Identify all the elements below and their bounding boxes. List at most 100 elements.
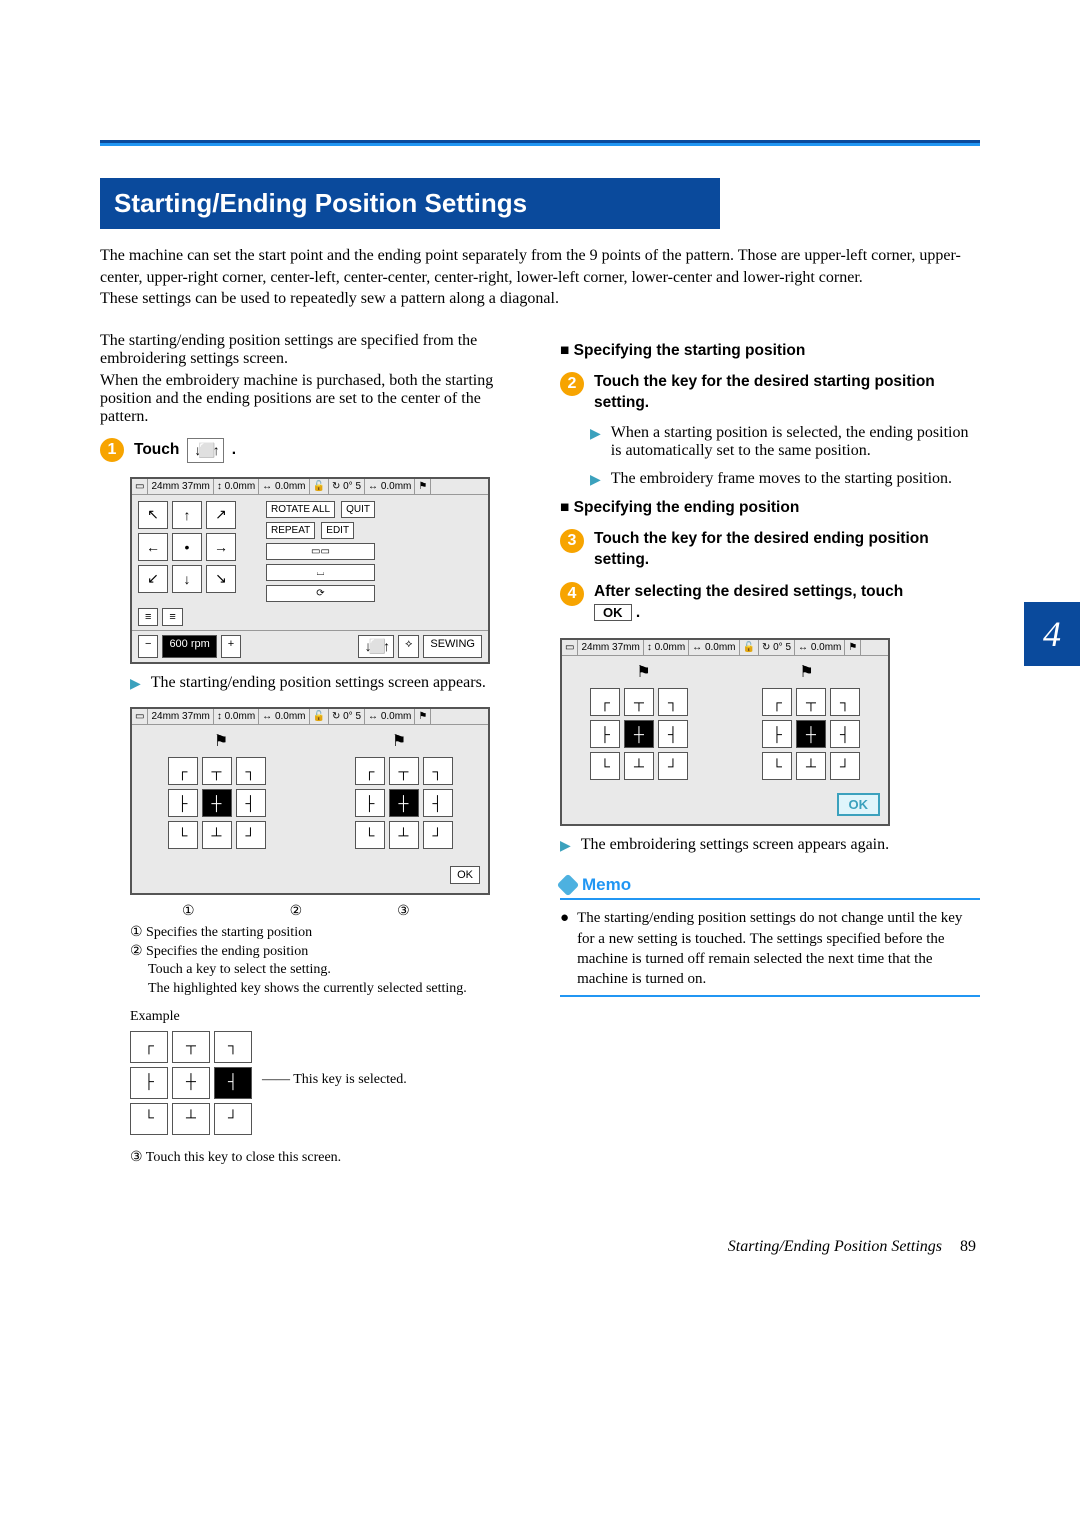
status-size: 24mm 37mm [148,709,213,724]
end-l[interactable]: ├ [355,789,385,817]
triangle-icon: ▶ [590,472,601,489]
speed-minus[interactable]: − [138,635,158,658]
left-para-1: The starting/ending position settings ar… [100,332,520,368]
e2-c[interactable]: ┼ [796,720,826,748]
end-position-grid-2: ┌┬┐ ├┼┤ └┴┘ [762,688,860,780]
position-settings-key-icon[interactable]: ↓⬜↑ [187,438,223,463]
end-ur[interactable]: ┐ [423,757,453,785]
ex-dr[interactable]: ┘ [214,1103,252,1135]
lcd-screen-positions-2: ▭ 24mm 37mm ↕ 0.0mm ↔ 0.0mm 🔓 ↻ 0° 5 ↔ 0… [560,638,890,826]
start-r[interactable]: ┤ [236,789,266,817]
overlap-icon[interactable]: ▭▭ [266,543,375,560]
e2-l[interactable]: ├ [762,720,792,748]
start-c[interactable]: ┼ [202,789,232,817]
s2-d[interactable]: ┴ [624,752,654,780]
dir-l[interactable]: ← [138,533,168,561]
lcd-screen-positions: ▭ 24mm 37mm ↕ 0.0mm ↔ 0.0mm 🔓 ↻ 0° 5 ↔ 0… [130,707,490,895]
dir-ur[interactable]: ↗ [206,501,236,529]
edit-button[interactable]: EDIT [321,522,354,539]
lcd3-ok-button[interactable]: OK [837,793,881,816]
intro-paragraph: The machine can set the start point and … [100,245,980,310]
e2-d[interactable]: ┴ [796,752,826,780]
s2-l[interactable]: ├ [590,720,620,748]
sewing-button[interactable]: SEWING [423,635,482,658]
start-l[interactable]: ├ [168,789,198,817]
e2-dr[interactable]: ┘ [830,752,860,780]
e2-ur[interactable]: ┐ [830,688,860,716]
dir-ul[interactable]: ↖ [138,501,168,529]
start-ur[interactable]: ┐ [236,757,266,785]
s2-ul[interactable]: ┌ [590,688,620,716]
right-column: Specifying the starting position 2 Touch… [560,332,980,1168]
s2-dr[interactable]: ┘ [658,752,688,780]
ok-key-inline[interactable]: OK [594,604,632,621]
start-flag-icon: ⚑ [636,662,650,682]
speed-plus[interactable]: + [221,635,241,658]
cup-icon[interactable]: ⌴ [266,564,375,581]
start-ul[interactable]: ┌ [168,757,198,785]
status-flag-icon: ⚑ [415,709,431,724]
step-1-period: . [232,440,236,461]
dir-c[interactable]: • [172,533,202,561]
step-number-4: 4 [560,582,584,606]
step-1: 1 Touch ↓⬜↑ . [100,438,520,463]
lcd2-ok-button[interactable]: OK [450,866,480,884]
start-dl[interactable]: └ [168,821,198,849]
repeat-button[interactable]: REPEAT [266,522,315,539]
s2-ur[interactable]: ┐ [658,688,688,716]
position-settings-key[interactable]: ↓⬜↑ [358,635,394,658]
heading-end-position: Specifying the ending position [560,499,980,517]
dir-dr[interactable]: ↘ [206,565,236,593]
ex-d[interactable]: ┴ [172,1103,210,1135]
lcd1-result-text: The starting/ending position settings sc… [151,674,486,692]
start-u[interactable]: ┬ [202,757,232,785]
end-c[interactable]: ┼ [389,789,419,817]
ex-r-selected[interactable]: ┤ [214,1067,252,1099]
start-d[interactable]: ┴ [202,821,232,849]
dir-d[interactable]: ↓ [172,565,202,593]
dir-dl[interactable]: ↙ [138,565,168,593]
bars-icon-1[interactable]: ≡ [138,608,158,626]
status-hmm: ↕ 0.0mm [644,640,689,655]
end-d[interactable]: ┴ [389,821,419,849]
ex-ur[interactable]: ┐ [214,1031,252,1063]
callout-circles: ① ② ③ [182,903,520,920]
step-number-2: 2 [560,372,584,396]
end-r[interactable]: ┤ [423,789,453,817]
s2-dl[interactable]: └ [590,752,620,780]
step-3-text: Touch the key for the desired ending pos… [594,529,980,571]
e2-dl[interactable]: └ [762,752,792,780]
status-lock-icon: 🔓 [310,479,329,494]
end-dr[interactable]: ┘ [423,821,453,849]
start-dr[interactable]: ┘ [236,821,266,849]
lcd1-status-bar: ▭ 24mm 37mm ↕ 0.0mm ↔ 0.0mm 🔓 ↻ 0° 5 ↔ 0… [132,479,488,495]
frame-icon[interactable]: ⟡ [398,635,419,658]
triangle-icon: ▶ [590,426,601,443]
dir-r[interactable]: → [206,533,236,561]
ex-l[interactable]: ├ [130,1067,168,1099]
dir-u[interactable]: ↑ [172,501,202,529]
status-gmm: ↔ 0.0mm [365,709,415,724]
status-deg: ↻ 0° 5 [759,640,795,655]
e2-u[interactable]: ┬ [796,688,826,716]
ex-c[interactable]: ┼ [172,1067,210,1099]
s2-u[interactable]: ┬ [624,688,654,716]
e2-ul[interactable]: ┌ [762,688,792,716]
ex-ul[interactable]: ┌ [130,1031,168,1063]
quit-button[interactable]: QUIT [341,501,375,518]
s2-c[interactable]: ┼ [624,720,654,748]
rotate-all-button[interactable]: ROTATE ALL [266,501,335,518]
status-flag-icon: ⚑ [415,479,431,494]
memo-title: Memo [560,875,980,900]
end-dl[interactable]: └ [355,821,385,849]
heading-start-position: Specifying the starting position [560,342,980,360]
ex-u[interactable]: ┬ [172,1031,210,1063]
ex-dl[interactable]: └ [130,1103,168,1135]
end-ul[interactable]: ┌ [355,757,385,785]
end-u[interactable]: ┬ [389,757,419,785]
bars-icon-2[interactable]: ≡ [162,608,182,626]
refresh-icon[interactable]: ⟳ [266,585,375,602]
s2-r[interactable]: ┤ [658,720,688,748]
chapter-tab: 4 [1024,602,1080,666]
e2-r[interactable]: ┤ [830,720,860,748]
